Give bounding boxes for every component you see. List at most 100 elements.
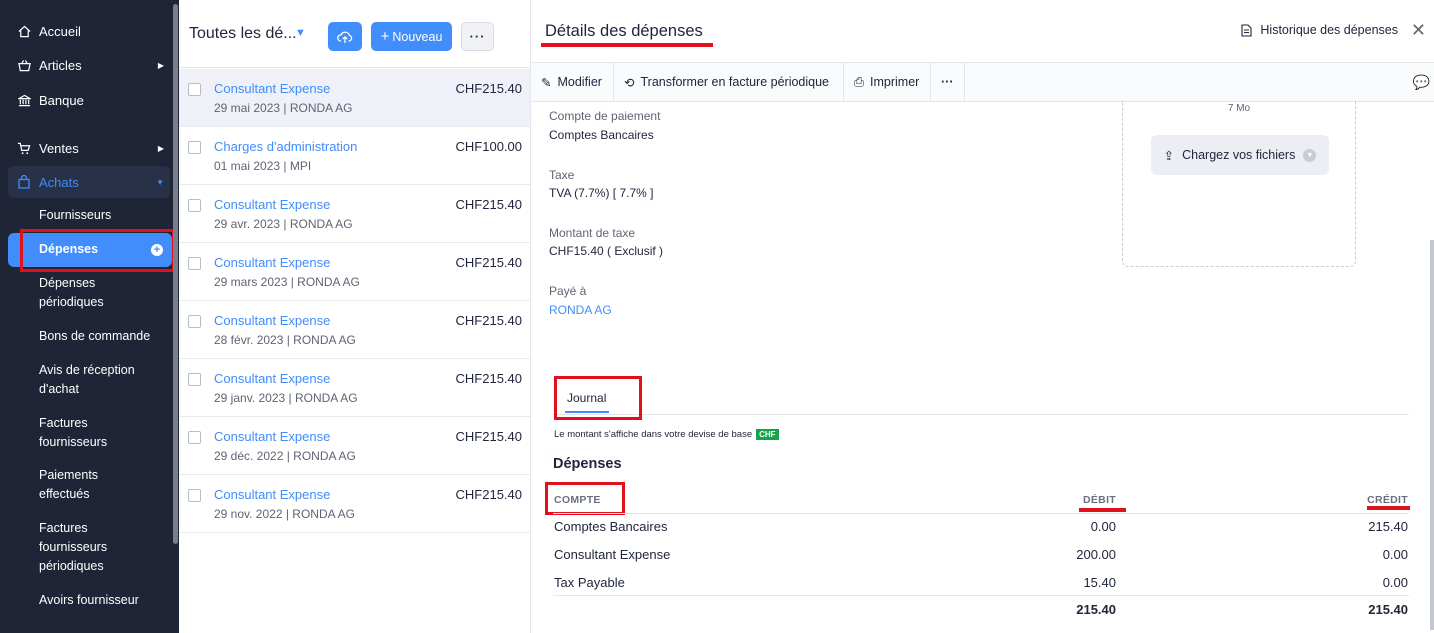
payment-account-label: Compte de paiement xyxy=(549,109,661,123)
row-checkbox[interactable] xyxy=(188,257,201,270)
new-button-label: Nouveau xyxy=(392,29,443,44)
total-debit: 215.40 xyxy=(1076,602,1116,617)
list-item[interactable]: Consultant Expense 29 avr. 2023 | RONDA A… xyxy=(179,185,530,243)
sidebar-item-banque[interactable]: Banque xyxy=(0,90,170,110)
paid-to-link[interactable]: RONDA AG xyxy=(549,303,612,317)
payment-account-value: Comptes Bancaires xyxy=(549,128,654,142)
convert-recurring-button[interactable]: ⟲ Transformer en facture périodique xyxy=(614,63,844,101)
column-header-debit: DÉBIT xyxy=(1083,494,1116,506)
chevron-right-icon: ▶ xyxy=(157,143,164,153)
sidebar-item-label: Accueil xyxy=(39,23,81,39)
journal-account: Tax Payable xyxy=(554,575,625,590)
file-upload-area[interactable]: 7 Mo ⇪ Chargez vos fichiers ▼ xyxy=(1122,100,1356,267)
expense-name-link[interactable]: Consultant Expense xyxy=(214,487,330,502)
column-header-credit: CRÉDIT xyxy=(1367,494,1408,506)
home-icon xyxy=(17,24,31,38)
row-checkbox[interactable] xyxy=(188,83,201,96)
upload-files-label: Chargez vos fichiers xyxy=(1182,148,1296,162)
row-checkbox[interactable] xyxy=(188,373,201,386)
chevron-down-icon[interactable]: ▼ xyxy=(1303,148,1317,162)
journal-debit: 0.00 xyxy=(1090,519,1116,534)
totals-divider xyxy=(553,595,1409,596)
sidebar-item-achats[interactable]: Achats ▼ xyxy=(0,172,170,192)
highlight-underline xyxy=(1079,508,1126,512)
sidebar-subitem-paiements[interactable]: Paiements effectués xyxy=(39,466,129,504)
expense-amount: CHF100.00 xyxy=(455,139,522,154)
expense-name-link[interactable]: Consultant Expense xyxy=(214,371,330,386)
highlight-box xyxy=(554,376,642,420)
tax-amount-label: Montant de taxe xyxy=(549,226,636,240)
sidebar-subitem-factures-fournisseurs[interactable]: Factures fournisseurs xyxy=(39,414,129,452)
expense-name-link[interactable]: Consultant Expense xyxy=(214,313,330,328)
row-checkbox[interactable] xyxy=(188,199,201,212)
list-item[interactable]: Consultant Expense 29 janv. 2023 | RONDA … xyxy=(179,359,530,417)
chat-icon[interactable]: 💬 xyxy=(1413,74,1430,91)
edit-button[interactable]: ✎ Modifier xyxy=(531,63,614,101)
page-title: Détails des dépenses xyxy=(545,22,703,40)
expense-list-panel: Toutes les dé... ▼ + Nouveau ··· Consult… xyxy=(179,0,531,633)
expense-amount: CHF215.40 xyxy=(455,429,522,444)
sidebar-subitem-factures-periodiques[interactable]: Factures fournisseurs périodiques xyxy=(39,519,129,576)
expense-name-link[interactable]: Consultant Expense xyxy=(214,81,330,96)
expense-amount: CHF215.40 xyxy=(455,197,522,212)
sidebar-subitem-fournisseurs[interactable]: Fournisseurs xyxy=(39,206,169,225)
list-item[interactable]: Consultant Expense 29 déc. 2022 | RONDA A… xyxy=(179,417,530,475)
new-expense-button[interactable]: + Nouveau xyxy=(371,22,452,51)
bag-icon xyxy=(17,175,31,189)
expense-meta: 29 janv. 2023 | RONDA AG xyxy=(214,391,358,405)
sidebar-subitem-avis-reception[interactable]: Avis de réception d'achat xyxy=(39,361,149,399)
upload-icon: ⇪ xyxy=(1163,148,1175,163)
list-item[interactable]: Consultant Expense 29 nov. 2022 | RONDA A… xyxy=(179,475,530,533)
upload-files-button[interactable]: ⇪ Chargez vos fichiers ▼ xyxy=(1151,135,1329,175)
sidebar-subitem-depenses-periodiques[interactable]: Dépenses périodiques xyxy=(39,274,129,312)
sidebar-item-label: Achats xyxy=(39,174,79,190)
expense-amount: CHF215.40 xyxy=(455,255,522,270)
sidebar-scrollbar[interactable] xyxy=(173,4,178,544)
detail-scrollbar[interactable] xyxy=(1430,240,1434,630)
list-view-title[interactable]: Toutes les dé... xyxy=(189,25,297,43)
plus-icon: + xyxy=(380,28,390,45)
expense-name-link[interactable]: Consultant Expense xyxy=(214,255,330,270)
convert-recurring-label: Transformer en facture périodique xyxy=(640,75,830,89)
list-item[interactable]: Consultant Expense 29 mai 2023 | RONDA AG… xyxy=(179,69,530,127)
upload-button[interactable] xyxy=(328,22,362,51)
print-button[interactable]: ⎙ Imprimer xyxy=(844,63,931,101)
sidebar-item-articles[interactable]: Articles ▶ xyxy=(0,55,170,75)
list-item[interactable]: Charges d'administration 01 mai 2023 | MP… xyxy=(179,127,530,185)
journal-credit: 215.40 xyxy=(1368,519,1408,534)
row-checkbox[interactable] xyxy=(188,315,201,328)
basket-icon xyxy=(17,58,31,72)
list-item[interactable]: Consultant Expense 29 mars 2023 | RONDA A… xyxy=(179,243,530,301)
more-options-button[interactable]: ··· xyxy=(461,22,494,51)
expense-amount: CHF215.40 xyxy=(455,487,522,502)
list-header: Toutes les dé... ▼ + Nouveau ··· xyxy=(179,0,530,68)
expense-meta: 01 mai 2023 | MPI xyxy=(214,159,312,173)
sidebar-item-accueil[interactable]: Accueil xyxy=(0,21,170,41)
expense-meta: 28 févr. 2023 | RONDA AG xyxy=(214,333,356,347)
expense-amount: CHF215.40 xyxy=(455,313,522,328)
print-label: Imprimer xyxy=(870,75,920,89)
expense-name-link[interactable]: Consultant Expense xyxy=(214,429,330,444)
row-checkbox[interactable] xyxy=(188,431,201,444)
currency-badge: CHF xyxy=(756,429,779,440)
journal-section-title: Dépenses xyxy=(553,456,622,472)
total-credit: 215.40 xyxy=(1368,602,1408,617)
sidebar-item-ventes[interactable]: Ventes ▶ xyxy=(0,138,170,158)
cart-icon xyxy=(17,141,31,155)
expense-meta: 29 nov. 2022 | RONDA AG xyxy=(214,507,355,521)
row-checkbox[interactable] xyxy=(188,141,201,154)
more-actions-button[interactable]: ··· xyxy=(931,63,965,101)
expense-name-link[interactable]: Charges d'administration xyxy=(214,139,357,154)
base-currency-note: Le montant s'affiche dans votre devise d… xyxy=(554,429,779,440)
list-item[interactable]: Consultant Expense 28 févr. 2023 | RONDA … xyxy=(179,301,530,359)
close-icon[interactable]: ✕ xyxy=(1411,20,1426,41)
expense-detail-panel: Détails des dépenses Historique des dépe… xyxy=(531,0,1434,633)
sidebar: Accueil Articles ▶ Banque Ventes ▶ Achat… xyxy=(0,0,179,633)
sidebar-item-label: Ventes xyxy=(39,140,79,156)
chevron-down-icon[interactable]: ▼ xyxy=(295,27,306,39)
history-link[interactable]: Historique des dépenses xyxy=(1241,23,1398,37)
expense-name-link[interactable]: Consultant Expense xyxy=(214,197,330,212)
sidebar-subitem-bons-de-commande[interactable]: Bons de commande xyxy=(39,327,169,346)
sidebar-subitem-avoirs[interactable]: Avoirs fournisseur xyxy=(39,591,169,610)
row-checkbox[interactable] xyxy=(188,489,201,502)
